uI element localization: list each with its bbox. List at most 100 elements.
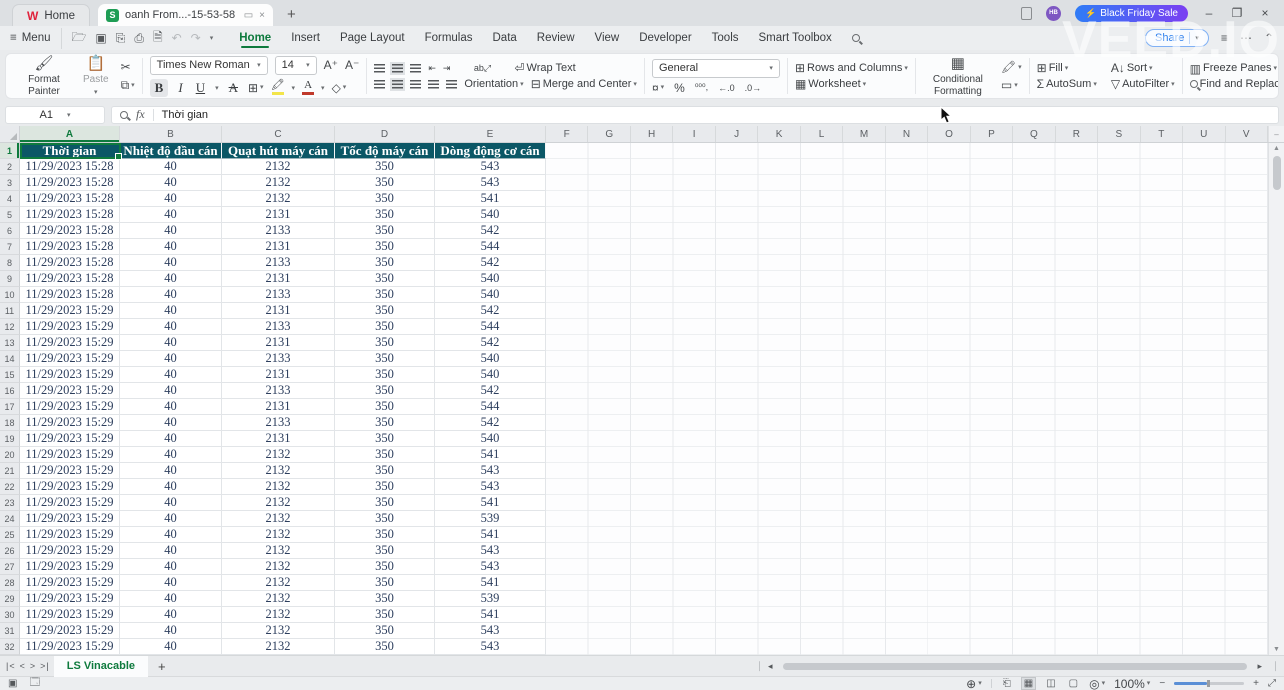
cell[interactable]: 2131 (222, 239, 335, 255)
cell[interactable]: 11/29/2023 15:29 (20, 543, 120, 559)
cell[interactable]: 11/29/2023 15:29 (20, 351, 120, 367)
cell[interactable]: 11/29/2023 15:29 (20, 463, 120, 479)
cell[interactable]: 11/29/2023 15:28 (20, 159, 120, 175)
cell[interactable]: 350 (335, 447, 435, 463)
cell[interactable]: 542 (435, 223, 546, 239)
align-center-icon[interactable] (392, 80, 403, 89)
column-header-P[interactable]: P (971, 126, 1013, 142)
cell[interactable]: 2132 (222, 479, 335, 495)
cell[interactable]: 350 (335, 383, 435, 399)
column-header-U[interactable]: U (1183, 126, 1225, 142)
cell[interactable]: 350 (335, 399, 435, 415)
row-number-10[interactable]: 10 (0, 287, 20, 303)
cell[interactable]: 40 (120, 431, 222, 447)
cell[interactable]: 350 (335, 463, 435, 479)
decrease-indent-icon[interactable]: ⇤ (428, 63, 436, 74)
row-number-28[interactable]: 28 (0, 575, 20, 591)
export-icon[interactable]: ⎘ (116, 31, 126, 46)
side-pane-icon[interactable]: ⎗ (1001, 678, 1013, 689)
row-number-3[interactable]: 3 (0, 175, 20, 191)
highlight-color-button[interactable]: 🖍 (271, 80, 285, 95)
cell[interactable]: 11/29/2023 15:29 (20, 319, 120, 335)
cell[interactable]: 350 (335, 607, 435, 623)
cell[interactable]: 543 (435, 559, 546, 575)
cell[interactable]: 539 (435, 591, 546, 607)
scroll-left-icon[interactable]: ◂ (768, 661, 774, 672)
vertical-scrollbar[interactable]: ▲ ▼ (1268, 143, 1284, 655)
cell[interactable]: 2132 (222, 591, 335, 607)
cell[interactable]: 11/29/2023 15:29 (20, 559, 120, 575)
justify-icon[interactable] (428, 80, 439, 89)
open-folder-icon[interactable]: 🗁 (72, 28, 87, 49)
strikethrough-button[interactable]: A (226, 79, 241, 97)
cell[interactable]: 2131 (222, 207, 335, 223)
header-cell[interactable]: Quạt hút máy cán (222, 143, 335, 159)
cell[interactable]: 40 (120, 271, 222, 287)
font-name-select[interactable]: Times New Roman▾ (150, 56, 268, 75)
cell[interactable]: 541 (435, 495, 546, 511)
cell[interactable]: 40 (120, 559, 222, 575)
row-number-18[interactable]: 18 (0, 415, 20, 431)
row-number-2[interactable]: 2 (0, 159, 20, 175)
zoom-level[interactable]: 100%▾ (1114, 678, 1150, 690)
cell[interactable]: 350 (335, 335, 435, 351)
cell[interactable]: 40 (120, 543, 222, 559)
cell[interactable]: 544 (435, 319, 546, 335)
cell[interactable]: 40 (120, 607, 222, 623)
row-number-32[interactable]: 32 (0, 639, 20, 655)
cut-button[interactable]: ✂ (121, 61, 135, 73)
close-button[interactable]: × (1258, 6, 1272, 20)
home-tab[interactable]: W Home (12, 4, 90, 26)
doc-sync-icon[interactable]: ▭ (244, 10, 253, 21)
zoom-slider[interactable] (1174, 682, 1244, 685)
cell[interactable]: 543 (435, 175, 546, 191)
scroll-up-icon[interactable]: ▲ (1273, 145, 1280, 152)
column-header-T[interactable]: T (1141, 126, 1183, 142)
cell[interactable]: 11/29/2023 15:29 (20, 335, 120, 351)
cell[interactable]: 2131 (222, 271, 335, 287)
formula-input[interactable]: fx Thời gian (111, 106, 1279, 124)
cell[interactable]: 350 (335, 223, 435, 239)
autosum-button[interactable]: Σ AutoSum▾ (1037, 78, 1097, 90)
page-layout-view-icon[interactable]: ▢ (1067, 678, 1080, 689)
italic-button[interactable]: I (175, 79, 185, 97)
cell[interactable]: 11/29/2023 15:29 (20, 495, 120, 511)
cell[interactable]: 40 (120, 159, 222, 175)
select-all-corner[interactable] (0, 126, 20, 142)
prev-sheet-icon[interactable]: < (20, 661, 26, 671)
menu-tab-formulas[interactable]: Formulas (415, 28, 483, 48)
cell[interactable]: 543 (435, 623, 546, 639)
cell[interactable]: 542 (435, 255, 546, 271)
cell[interactable]: 350 (335, 415, 435, 431)
menu-tab-smart-toolbox[interactable]: Smart Toolbox (749, 28, 842, 48)
zoom-formula-icon[interactable] (120, 111, 128, 119)
cell[interactable]: 40 (120, 591, 222, 607)
align-top-icon[interactable] (374, 64, 385, 73)
cell[interactable]: 11/29/2023 15:29 (20, 383, 120, 399)
menu-tab-data[interactable]: Data (483, 28, 527, 48)
row-number-6[interactable]: 6 (0, 223, 20, 239)
cell[interactable]: 350 (335, 303, 435, 319)
cell[interactable]: 2132 (222, 463, 335, 479)
fullscreen-icon[interactable]: ⤢ (1268, 678, 1276, 689)
currency-format-icon[interactable]: ¤▾ (652, 82, 664, 94)
cell[interactable]: 542 (435, 383, 546, 399)
orientation-button[interactable]: Orientation▾ (464, 79, 523, 90)
record-icon[interactable]: 🗔 (29, 675, 40, 690)
row-number-11[interactable]: 11 (0, 303, 20, 319)
row-number-8[interactable]: 8 (0, 255, 20, 271)
cell[interactable]: 11/29/2023 15:29 (20, 415, 120, 431)
cell[interactable]: 350 (335, 319, 435, 335)
cell[interactable]: 350 (335, 527, 435, 543)
cell[interactable]: 541 (435, 607, 546, 623)
cell[interactable]: 350 (335, 239, 435, 255)
header-cell[interactable]: Dòng động cơ cán (435, 143, 546, 159)
cell[interactable]: 542 (435, 303, 546, 319)
column-header-G[interactable]: G (588, 126, 630, 142)
cell[interactable]: 40 (120, 527, 222, 543)
wrap-text-button[interactable]: ⏎ Wrap Text (514, 62, 575, 74)
align-left-icon[interactable] (374, 80, 385, 89)
align-right-icon[interactable] (410, 80, 421, 89)
cell[interactable]: 40 (120, 367, 222, 383)
cell[interactable]: 540 (435, 287, 546, 303)
